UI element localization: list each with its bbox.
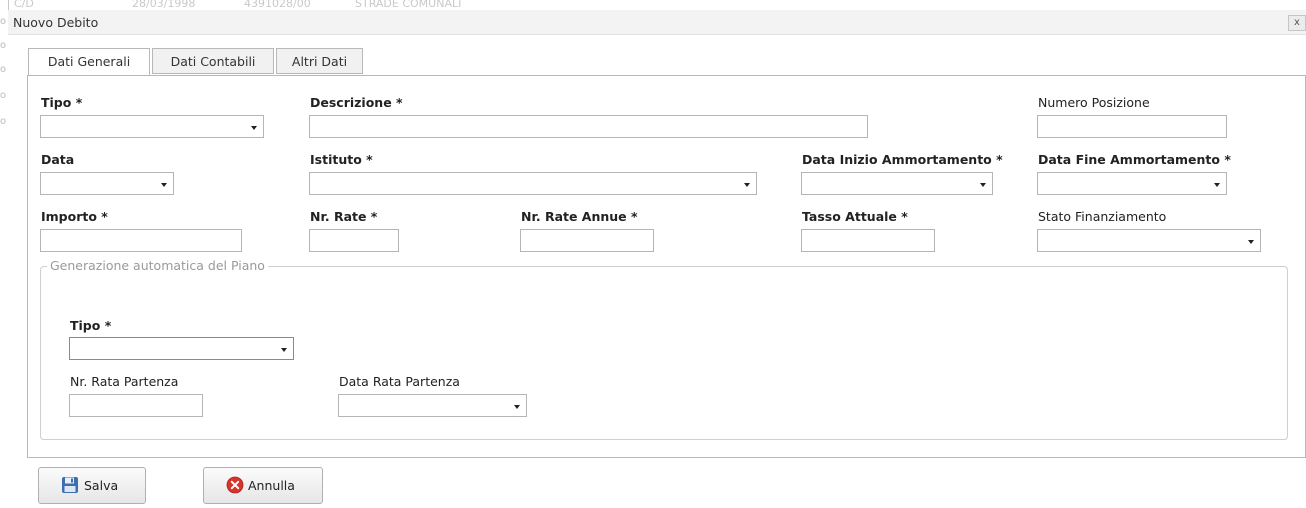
chevron-down-icon [281, 348, 287, 352]
tipo-select[interactable] [40, 115, 264, 138]
tab-altri-dati[interactable]: Altri Dati [276, 48, 363, 74]
stato-finanziamento-select[interactable] [1037, 229, 1261, 252]
bg-cell: STRADE COMUNALI [355, 0, 462, 10]
numero-posizione-label: Numero Posizione [1038, 95, 1150, 110]
tab-dati-contabili[interactable]: Dati Contabili [152, 48, 274, 74]
data-label: Data [41, 152, 75, 167]
bg-cell: C/D [14, 0, 34, 10]
data-fine-ammortamento-select[interactable] [1037, 172, 1227, 195]
bg-marker: o [0, 16, 7, 27]
bg-marker: o [0, 40, 7, 51]
istituto-select[interactable] [309, 172, 757, 195]
bg-marker: o [0, 116, 7, 127]
bg-marker: o [0, 64, 7, 75]
nuovo-debito-dialog: Nuovo Debito x Dati Generali Dati Contab… [8, 10, 1306, 508]
generazione-piano-legend: Generazione automatica del Piano [47, 258, 268, 273]
importo-input[interactable] [40, 229, 242, 252]
tab-panel-dati-generali: Tipo * Descrizione * Numero Posizione Da… [27, 75, 1306, 458]
bg-cell: 28/03/1998 [132, 0, 196, 10]
data-select[interactable] [40, 172, 174, 195]
nr-rata-partenza-input[interactable] [69, 394, 203, 417]
istituto-label: Istituto * [310, 152, 373, 167]
nr-rate-input[interactable] [309, 229, 399, 252]
cancel-button-label: Annulla [248, 478, 295, 493]
stato-finanziamento-label: Stato Finanziamento [1038, 209, 1167, 224]
chevron-down-icon [980, 183, 986, 187]
save-button[interactable]: Salva [38, 467, 146, 504]
data-inizio-ammortamento-label: Data Inizio Ammortamento * [802, 152, 1003, 167]
bg-marker: o [0, 90, 7, 101]
descrizione-label: Descrizione * [310, 95, 403, 110]
close-button[interactable]: x [1288, 15, 1306, 31]
floppy-disk-icon [62, 477, 78, 493]
chevron-down-icon [1214, 183, 1220, 187]
nr-rate-label: Nr. Rate * [310, 209, 378, 224]
chevron-down-icon [1248, 240, 1254, 244]
chevron-down-icon [744, 183, 750, 187]
tasso-attuale-input[interactable] [801, 229, 935, 252]
nr-rate-annue-label: Nr. Rate Annue * [521, 209, 638, 224]
importo-label: Importo * [41, 209, 108, 224]
tipo-label: Tipo * [41, 95, 83, 110]
numero-posizione-input[interactable] [1037, 115, 1227, 138]
tab-dati-generali[interactable]: Dati Generali [28, 48, 150, 76]
chevron-down-icon [514, 405, 520, 409]
data-rata-partenza-label: Data Rata Partenza [339, 374, 460, 389]
descrizione-input[interactable] [309, 115, 868, 138]
chevron-down-icon [251, 126, 257, 130]
chevron-down-icon [161, 183, 167, 187]
save-button-label: Salva [84, 478, 119, 493]
dialog-titlebar[interactable]: Nuovo Debito x [8, 10, 1306, 35]
data-rata-partenza-select[interactable] [338, 394, 527, 417]
bg-cell: 4391028/00 [244, 0, 311, 10]
gen-tipo-select[interactable] [69, 337, 294, 360]
data-inizio-ammortamento-select[interactable] [801, 172, 993, 195]
nr-rate-annue-input[interactable] [520, 229, 654, 252]
data-fine-ammortamento-label: Data Fine Ammortamento * [1038, 152, 1231, 167]
generazione-piano-fieldset: Generazione automatica del Piano Tipo * … [40, 258, 1288, 440]
nr-rata-partenza-label: Nr. Rata Partenza [70, 374, 179, 389]
gen-tipo-label: Tipo * [70, 318, 112, 333]
dialog-title: Nuovo Debito [13, 15, 99, 30]
tasso-attuale-label: Tasso Attuale * [802, 209, 908, 224]
cancel-button[interactable]: Annulla [203, 467, 323, 504]
cancel-x-circle-icon [226, 476, 244, 494]
